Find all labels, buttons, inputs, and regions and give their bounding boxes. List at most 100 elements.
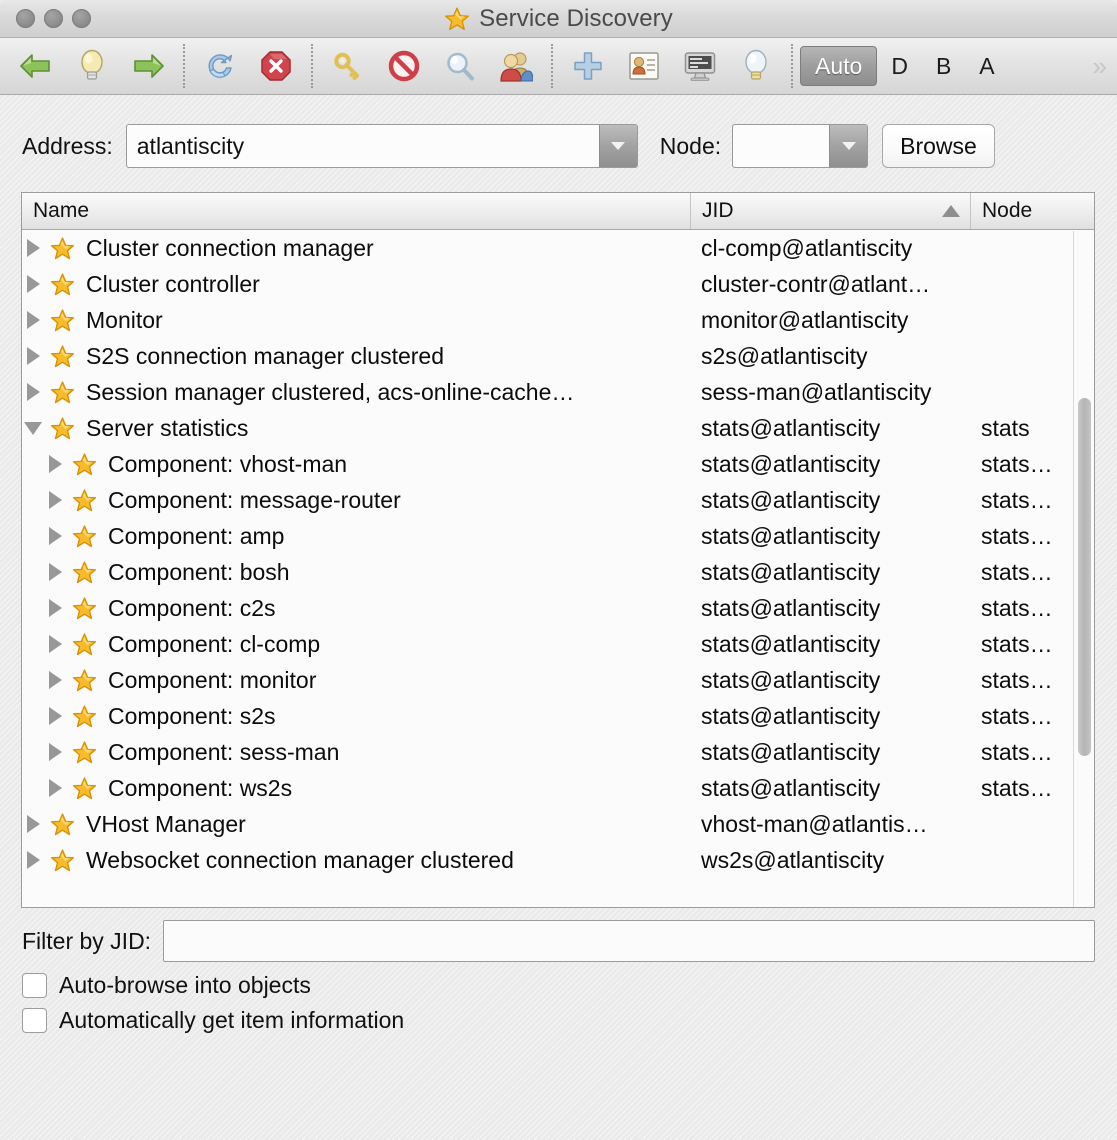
- row-jid-cell: stats@atlantiscity: [701, 414, 881, 441]
- console-icon[interactable]: [672, 42, 728, 90]
- row-name-cell: Component: bosh: [22, 554, 690, 590]
- back-icon[interactable]: [8, 42, 64, 90]
- auto-browse-checkbox[interactable]: [22, 973, 47, 998]
- expand-triangle-icon[interactable]: [44, 518, 66, 554]
- row-name-cell: Component: s2s: [22, 698, 690, 734]
- table-row[interactable]: Component: bosh stats@atlantiscity stats…: [22, 554, 1094, 590]
- expand-triangle-icon[interactable]: [22, 338, 44, 374]
- column-header-node-label: Node: [982, 199, 1033, 222]
- row-jid-cell: stats@atlantiscity: [701, 774, 881, 801]
- table-row[interactable]: Cluster connection manager cl-comp@atlant…: [22, 230, 1094, 266]
- star-icon: [72, 560, 97, 585]
- row-name-cell: Session manager clustered, acs-online-ca…: [22, 374, 690, 410]
- table-row[interactable]: S2S connection manager clustered s2s@atla…: [22, 338, 1094, 374]
- option-auto-item-info[interactable]: Automatically get item information: [22, 1003, 722, 1038]
- expand-triangle-icon[interactable]: [44, 770, 66, 806]
- expand-triangle-icon[interactable]: [22, 266, 44, 302]
- toggle-a[interactable]: A: [965, 46, 1008, 86]
- auto-item-info-checkbox[interactable]: [22, 1008, 47, 1033]
- scrollbar-thumb[interactable]: [1078, 398, 1091, 756]
- expand-triangle-icon[interactable]: [44, 698, 66, 734]
- zoom-button[interactable]: [72, 9, 91, 28]
- table-row[interactable]: Session manager clustered, acs-online-ca…: [22, 374, 1094, 410]
- expand-triangle-icon[interactable]: [44, 734, 66, 770]
- expand-triangle-icon[interactable]: [44, 482, 66, 518]
- expand-triangle-icon[interactable]: [44, 590, 66, 626]
- expand-triangle-icon[interactable]: [22, 302, 44, 338]
- table-row[interactable]: Component: cl-comp stats@atlantiscity stat…: [22, 626, 1094, 662]
- expand-triangle-icon[interactable]: [44, 626, 66, 662]
- forward-icon[interactable]: [120, 42, 176, 90]
- expand-triangle-icon[interactable]: [22, 230, 44, 266]
- expand-triangle-icon[interactable]: [44, 446, 66, 482]
- chevron-right-icon: [48, 635, 62, 653]
- column-header-node[interactable]: Node: [970, 193, 1094, 229]
- table-row[interactable]: VHost Manager vhost-man@atlantis…: [22, 806, 1094, 842]
- vcard-icon[interactable]: [616, 42, 672, 90]
- window-controls: [16, 9, 91, 28]
- refresh-icon[interactable]: [192, 42, 248, 90]
- chevron-right-icon: [26, 851, 40, 869]
- address-row: Address: atlantiscity Node: Browse: [0, 122, 1117, 170]
- chevron-down-icon: [611, 142, 626, 150]
- table-row[interactable]: Component: c2s stats@atlantiscity stats…: [22, 590, 1094, 626]
- expand-triangle-icon[interactable]: [22, 806, 44, 842]
- chevron-right-icon: [48, 527, 62, 545]
- row-jid-cell: stats@atlantiscity: [701, 702, 881, 729]
- table-scrollbar[interactable]: [1073, 231, 1093, 907]
- expand-triangle-icon[interactable]: [44, 662, 66, 698]
- lightbulb-icon[interactable]: [64, 42, 120, 90]
- table-row[interactable]: Cluster controller cluster-contr@atlant…: [22, 266, 1094, 302]
- star-icon: [72, 632, 97, 657]
- address-dropdown-button[interactable]: [598, 125, 637, 167]
- star-icon: [50, 344, 75, 369]
- table-row[interactable]: Component: s2s stats@atlantiscity stats…: [22, 698, 1094, 734]
- table-row[interactable]: Component: message-router stats@atlantisc…: [22, 482, 1094, 518]
- toggle-auto[interactable]: Auto: [800, 46, 878, 86]
- row-name-cell: Component: vhost-man: [22, 446, 690, 482]
- column-header-jid-label: JID: [702, 199, 734, 222]
- filter-input[interactable]: [163, 920, 1095, 962]
- table-row[interactable]: Websocket connection manager clustered ws…: [22, 842, 1094, 878]
- table-row[interactable]: Server statistics stats@atlantiscity stats: [22, 410, 1094, 446]
- window-title-group: Service Discovery: [0, 0, 1117, 38]
- table-row[interactable]: Component: vhost-man stats@atlantiscity st…: [22, 446, 1094, 482]
- key-icon[interactable]: [320, 42, 376, 90]
- close-button[interactable]: [16, 9, 35, 28]
- row-name-label: Server statistics: [86, 414, 249, 441]
- collapse-triangle-icon[interactable]: [22, 410, 44, 446]
- chevron-right-icon: [48, 707, 62, 725]
- expand-triangle-icon[interactable]: [22, 842, 44, 878]
- table-row[interactable]: Monitor monitor@atlantiscity: [22, 302, 1094, 338]
- row-jid-cell: s2s@atlantiscity: [701, 342, 868, 369]
- row-jid-cell: cluster-contr@atlant…: [701, 270, 931, 297]
- column-header-name[interactable]: Name: [22, 193, 690, 229]
- option-auto-browse[interactable]: Auto-browse into objects: [22, 968, 722, 1003]
- stop-icon[interactable]: [248, 42, 304, 90]
- table-row[interactable]: Component: amp stats@atlantiscity stats…: [22, 518, 1094, 554]
- expand-triangle-icon[interactable]: [44, 554, 66, 590]
- node-dropdown-button[interactable]: [829, 125, 868, 167]
- table-row[interactable]: Component: ws2s stats@atlantiscity stats…: [22, 770, 1094, 806]
- expand-triangle-icon[interactable]: [22, 374, 44, 410]
- row-name-cell: Component: ws2s: [22, 770, 690, 806]
- table-row[interactable]: Component: sess-man stats@atlantiscity sta…: [22, 734, 1094, 770]
- search-icon[interactable]: [432, 42, 488, 90]
- toggle-b[interactable]: B: [922, 46, 965, 86]
- row-name-label: S2S connection manager clustered: [86, 342, 444, 369]
- node-input[interactable]: [732, 124, 869, 168]
- toggle-d[interactable]: D: [877, 46, 922, 86]
- add-icon[interactable]: [560, 42, 616, 90]
- column-header-jid[interactable]: JID: [690, 193, 970, 229]
- sort-ascending-icon: [942, 205, 960, 217]
- row-jid-cell: sess-man@atlantiscity: [701, 378, 932, 405]
- minimize-button[interactable]: [44, 9, 63, 28]
- address-input[interactable]: atlantiscity: [125, 124, 638, 168]
- browse-button[interactable]: Browse: [882, 124, 995, 168]
- info-bulb-icon[interactable]: [728, 42, 784, 90]
- block-icon[interactable]: [376, 42, 432, 90]
- table-row[interactable]: Component: monitor stats@atlantiscity stat…: [22, 662, 1094, 698]
- toolbar-overflow-icon[interactable]: »: [1093, 51, 1113, 82]
- star-icon: [444, 6, 470, 32]
- users-icon[interactable]: [488, 42, 544, 90]
